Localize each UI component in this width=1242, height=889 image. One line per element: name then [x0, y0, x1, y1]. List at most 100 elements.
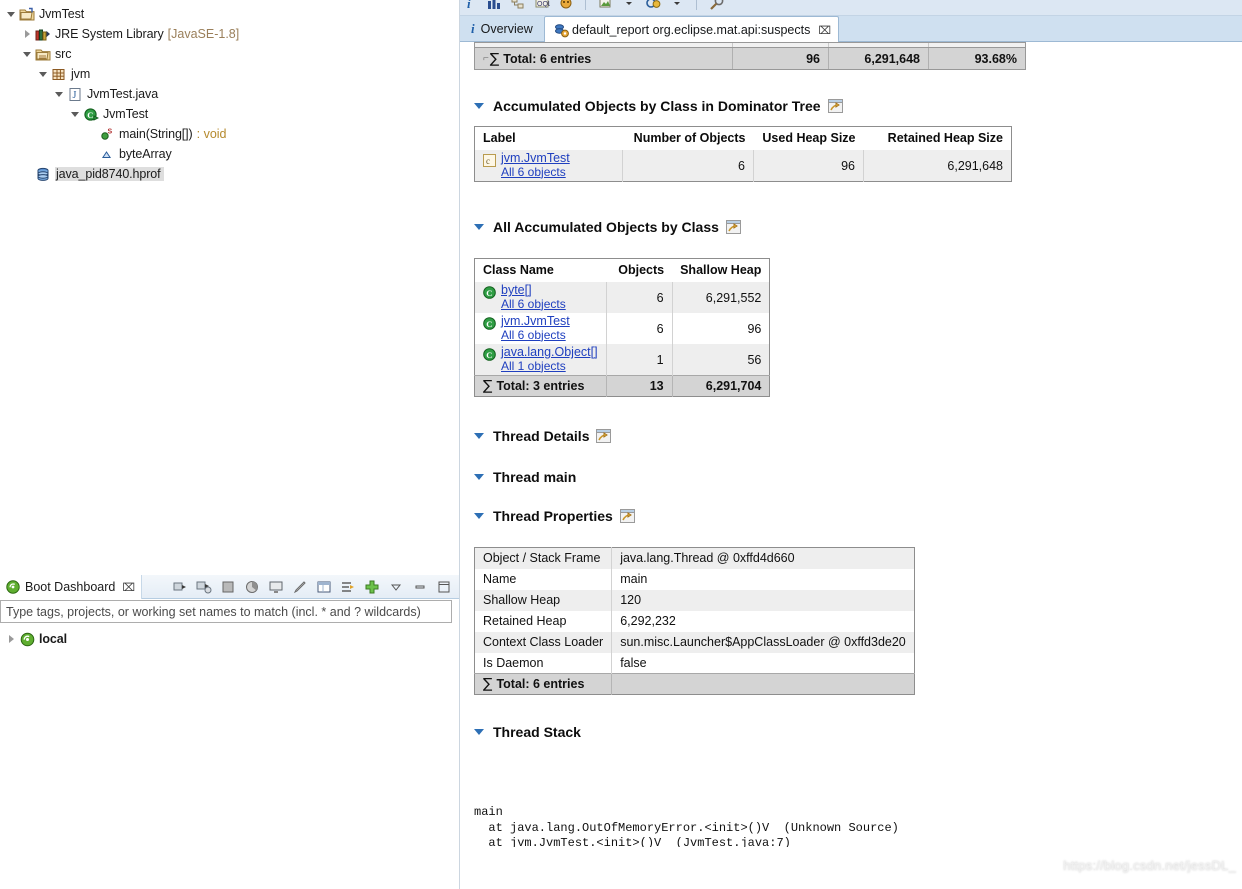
view-menu-icon[interactable]: [386, 577, 406, 597]
tree-item-jre-system-library[interactable]: JRE System Library [JavaSE-1.8]: [0, 24, 452, 44]
twisty-open-icon[interactable]: [68, 104, 82, 124]
open-in-view-icon[interactable]: [596, 429, 612, 443]
add-icon[interactable]: [362, 577, 382, 597]
twisty-open-icon[interactable]: [52, 84, 66, 104]
column-header[interactable]: Number of Objects: [622, 126, 754, 150]
histogram-icon[interactable]: [486, 0, 502, 11]
column-header[interactable]: Label: [474, 126, 623, 150]
class-link[interactable]: jvm.JvmTest: [501, 151, 570, 166]
export-report-icon[interactable]: [597, 0, 613, 11]
maximize-icon[interactable]: [434, 577, 454, 597]
total-label: Total: 6 entries: [496, 677, 585, 691]
section-header-thread-properties[interactable]: Thread Properties: [474, 508, 635, 524]
debug-icon[interactable]: [194, 577, 214, 597]
filter-icon[interactable]: [338, 577, 358, 597]
tree-item-jvm[interactable]: jvm: [0, 64, 452, 84]
properties-icon[interactable]: [314, 577, 334, 597]
tree-item-suffix: : void: [196, 127, 227, 141]
property-row: Is Daemon false: [474, 652, 915, 674]
all-objects-link[interactable]: All 6 objects: [501, 297, 566, 312]
section-header-thread-main[interactable]: Thread main: [474, 469, 576, 485]
sum-icon: ∑: [483, 378, 493, 394]
twisty-open-icon[interactable]: [36, 64, 50, 84]
class-green-icon: C: [483, 348, 498, 364]
tree-item-src[interactable]: src: [0, 44, 452, 64]
open-console-icon[interactable]: [266, 577, 286, 597]
twisty-closed-icon[interactable]: [20, 24, 34, 44]
tree-item-jvmtest-java[interactable]: J JvmTest.java: [0, 84, 452, 104]
value-cell: 6,291,552: [671, 282, 770, 313]
stop-icon[interactable]: [218, 577, 238, 597]
tree-item-label: JvmTest: [103, 107, 149, 121]
class-link[interactable]: jvm.JvmTest: [501, 314, 570, 329]
tree-item-label: JvmTest.java: [87, 87, 159, 101]
oql-icon[interactable]: OQL: [534, 0, 550, 11]
inspect-icon[interactable]: [708, 0, 724, 11]
tree-item-jvmtest[interactable]: JvmTest: [0, 4, 452, 24]
caret-down-icon[interactable]: [474, 729, 484, 735]
chevron-down-icon[interactable]: [621, 0, 637, 11]
dominator-tree-icon[interactable]: [510, 0, 526, 11]
sum-icon: ∑: [489, 50, 500, 67]
all-objects-link[interactable]: All 1 objects: [501, 359, 598, 374]
heap-dump-icon: [34, 166, 52, 182]
info-icon[interactable]: i: [462, 0, 478, 11]
run-icon[interactable]: [170, 577, 190, 597]
caret-down-icon[interactable]: [474, 433, 484, 439]
tree-item-bytearray[interactable]: byteArray: [0, 144, 452, 164]
table-row[interactable]: Cbyte[] All 6 objects 6 6,291,552: [474, 282, 770, 313]
leak-suspects-icon[interactable]: [558, 0, 574, 11]
column-header[interactable]: Retained Heap Size: [863, 126, 1012, 150]
total-value-cell: [611, 673, 915, 695]
thread-properties-table: Object / Stack Frame java.lang.Thread @ 0…: [474, 547, 915, 695]
caret-down-icon[interactable]: [474, 513, 484, 519]
section-header-thread-stack[interactable]: Thread Stack: [474, 724, 581, 740]
table-row[interactable]: Cjava.lang.Object[] All 1 objects 1 56: [474, 344, 770, 376]
column-header[interactable]: Shallow Heap: [672, 258, 770, 282]
tree-item-java-pid8740-hprof[interactable]: java_pid8740.hprof: [0, 164, 452, 184]
tab-overview[interactable]: i Overview: [464, 16, 540, 42]
class-link[interactable]: byte[]: [501, 283, 566, 298]
cell-links: byte[] All 6 objects: [501, 283, 566, 312]
boot-dashboard-filter-input[interactable]: [0, 600, 452, 623]
close-icon[interactable]: ⌧: [818, 24, 831, 37]
query-browser-icon[interactable]: [645, 0, 661, 11]
chevron-down-icon-2[interactable]: [669, 0, 685, 11]
caret-down-icon[interactable]: [474, 103, 484, 109]
boot-dashboard-tree[interactable]: local: [0, 628, 452, 650]
tree-item-main-string[interactable]: Smain(String[]): void: [0, 124, 452, 144]
caret-down-icon[interactable]: [474, 224, 484, 230]
section-header-accumulated-dominator[interactable]: Accumulated Objects by Class in Dominato…: [474, 98, 843, 114]
edit-icon[interactable]: [290, 577, 310, 597]
tree-item-jvmtest[interactable]: C JvmTest: [0, 104, 452, 124]
table-row[interactable]: c jvm.JvmTest All 6 objects 6 96 6,291,648: [474, 150, 1012, 182]
value-cell: 6: [605, 282, 673, 313]
redebug-icon[interactable]: [242, 577, 262, 597]
column-header[interactable]: Used Heap Size: [753, 126, 864, 150]
boot-dashboard-tab[interactable]: Boot Dashboard ⌧: [0, 575, 143, 599]
tab-default-report[interactable]: default_report org.eclipse.mat.api:suspe…: [544, 16, 840, 43]
twisty-open-icon[interactable]: [20, 44, 34, 64]
caret-down-icon[interactable]: [474, 474, 484, 480]
boot-dashboard-item-local[interactable]: local: [0, 628, 452, 650]
property-value: sun.misc.Launcher$AppClassLoader @ 0xffd…: [611, 631, 915, 653]
class-link[interactable]: java.lang.Object[]: [501, 345, 598, 360]
project-tree[interactable]: JvmTest JRE System Library [JavaSE-1.8] src…: [0, 4, 452, 184]
section-header-thread-details[interactable]: Thread Details: [474, 428, 612, 444]
minimize-icon[interactable]: [410, 577, 430, 597]
open-in-view-icon[interactable]: [827, 99, 843, 113]
open-in-view-icon[interactable]: [725, 220, 741, 234]
table-row[interactable]: Cjvm.JvmTest All 6 objects 6 96: [475, 313, 770, 344]
close-icon[interactable]: ⌧: [122, 581, 135, 594]
column-header[interactable]: Class Name: [474, 258, 607, 282]
open-in-view-icon[interactable]: [619, 509, 635, 523]
toolbar-separator-2: [696, 0, 697, 10]
all-objects-link[interactable]: All 6 objects: [501, 165, 570, 180]
section-header-all-accumulated[interactable]: All Accumulated Objects by Class: [474, 219, 741, 235]
column-header[interactable]: Objects: [606, 258, 673, 282]
property-total-row: ∑ Total: 6 entries: [474, 673, 915, 695]
twisty-closed-icon[interactable]: [4, 629, 18, 649]
all-objects-link[interactable]: All 6 objects: [501, 328, 570, 343]
property-value: 120: [611, 589, 915, 611]
twisty-open-icon[interactable]: [4, 4, 18, 24]
